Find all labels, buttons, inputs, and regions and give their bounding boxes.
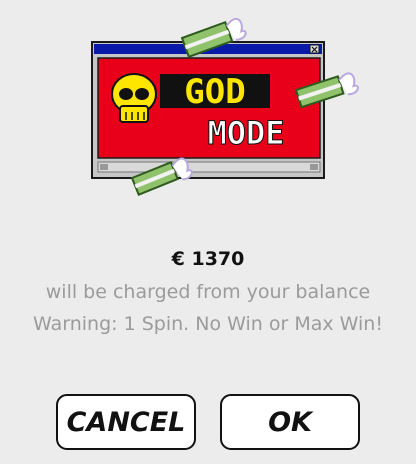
charge-notice: will be charged from your balance	[45, 281, 371, 303]
god-text: GOD	[184, 72, 245, 112]
ok-button-label: OK	[268, 406, 312, 438]
buy-feature-dialog: GOD MODE € 1370 will be charged from you…	[0, 0, 416, 464]
cancel-button[interactable]: CANCEL	[56, 394, 196, 450]
cancel-button-label: CANCEL	[66, 406, 186, 438]
god-mode-artwork: GOD MODE	[91, 17, 359, 196]
price-amount: € 1370	[171, 248, 245, 270]
window-scrollbar	[97, 161, 321, 173]
mode-text: MODE	[207, 114, 284, 152]
warning-notice: Warning: 1 Spin. No Win or Max Win!	[33, 313, 383, 335]
ok-button[interactable]: OK	[220, 394, 360, 450]
